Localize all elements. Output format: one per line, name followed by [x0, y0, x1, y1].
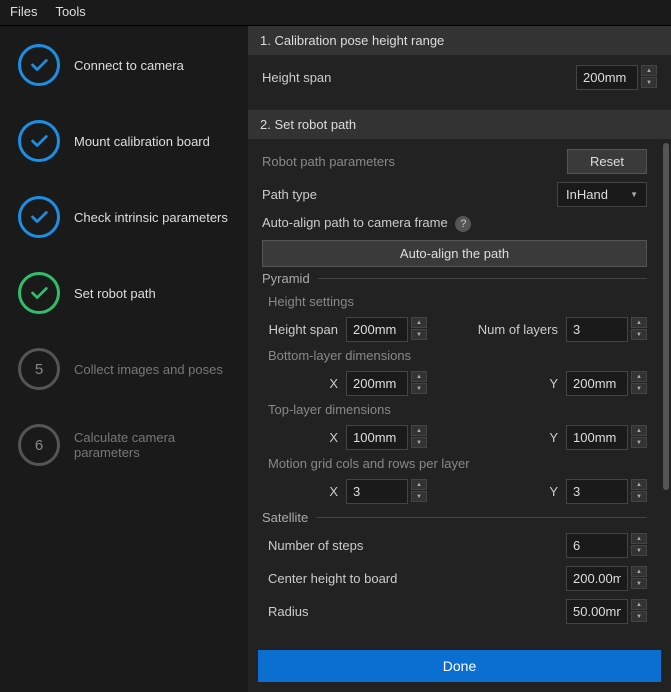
top-y-input[interactable]: ▲▼	[566, 425, 647, 450]
step-calculate-params[interactable]: 6 Calculate camera parameters	[18, 424, 238, 466]
grid-x-input[interactable]: ▲▼	[346, 479, 427, 504]
bottom-dim-label: Bottom-layer dimensions	[268, 348, 647, 363]
bottom-x-input[interactable]: ▲▼	[346, 371, 427, 396]
scrollbar[interactable]	[663, 143, 669, 638]
grid-x-label: X	[268, 484, 338, 499]
grid-y-input[interactable]: ▲▼	[566, 479, 647, 504]
grid-y-label: Y	[540, 484, 558, 499]
menu-tools[interactable]: Tools	[55, 4, 85, 19]
height-span-input[interactable]: ▲▼	[576, 65, 657, 90]
check-icon	[18, 196, 60, 238]
spin-up-icon[interactable]: ▲	[411, 317, 427, 328]
bottom-y-input[interactable]: ▲▼	[566, 371, 647, 396]
pyr-height-span-input[interactable]: ▲▼	[346, 317, 427, 342]
spin-down-icon[interactable]: ▼	[631, 611, 647, 622]
robot-path-params-label: Robot path parameters	[262, 154, 559, 169]
menu-files[interactable]: Files	[10, 4, 37, 19]
path-type-label: Path type	[262, 187, 549, 202]
check-icon	[18, 272, 60, 314]
step-label: Set robot path	[74, 286, 156, 301]
step-number-icon: 5	[18, 348, 60, 390]
check-icon	[18, 120, 60, 162]
spin-up-icon[interactable]: ▲	[631, 566, 647, 577]
auto-align-button[interactable]: Auto-align the path	[262, 240, 647, 267]
spin-up-icon[interactable]: ▲	[631, 479, 647, 490]
done-bar: Done	[248, 642, 671, 692]
pyramid-group: Pyramid	[262, 271, 647, 286]
spin-up-icon[interactable]: ▲	[641, 65, 657, 76]
height-span-label: Height span	[262, 70, 568, 85]
section1-body: Height span ▲▼	[248, 55, 671, 110]
spin-up-icon[interactable]: ▲	[631, 371, 647, 382]
step-mount-board[interactable]: Mount calibration board	[18, 120, 238, 162]
spin-down-icon[interactable]: ▼	[411, 383, 427, 394]
satellite-group: Satellite	[262, 510, 647, 525]
chevron-down-icon: ▼	[630, 190, 638, 199]
path-type-value: InHand	[566, 187, 608, 202]
spin-down-icon[interactable]: ▼	[411, 491, 427, 502]
step-check-intrinsic[interactable]: Check intrinsic parameters	[18, 196, 238, 238]
step-label: Connect to camera	[74, 58, 184, 73]
spin-up-icon[interactable]: ▲	[411, 371, 427, 382]
spin-up-icon[interactable]: ▲	[631, 533, 647, 544]
pyr-height-span-label: Height span	[268, 322, 338, 337]
content-panel: 1. Calibration pose height range Height …	[248, 26, 671, 692]
spin-down-icon[interactable]: ▼	[631, 491, 647, 502]
spin-down-icon[interactable]: ▼	[631, 437, 647, 448]
height-settings-label: Height settings	[268, 294, 647, 309]
step-number-icon: 6	[18, 424, 60, 466]
section2-header: 2. Set robot path	[248, 110, 671, 139]
main-area: Connect to camera Mount calibration boar…	[0, 26, 671, 692]
reset-button[interactable]: Reset	[567, 149, 647, 174]
step-label: Collect images and poses	[74, 362, 223, 377]
top-x-label: X	[268, 430, 338, 445]
spin-up-icon[interactable]: ▲	[411, 479, 427, 490]
menu-bar: Files Tools	[0, 0, 671, 26]
sat-steps-input[interactable]: ▲▼	[566, 533, 647, 558]
num-layers-input[interactable]: ▲▼	[566, 317, 647, 342]
bottom-y-label: Y	[540, 376, 558, 391]
step-set-robot-path[interactable]: Set robot path	[18, 272, 238, 314]
auto-align-label: Auto-align path to camera frame ?	[262, 215, 647, 232]
section2-body: Robot path parameters Reset Path type In…	[248, 139, 661, 642]
step-label: Check intrinsic parameters	[74, 210, 228, 225]
top-dim-label: Top-layer dimensions	[268, 402, 647, 417]
spin-down-icon[interactable]: ▼	[641, 77, 657, 88]
help-icon[interactable]: ?	[455, 216, 471, 232]
sat-steps-label: Number of steps	[268, 538, 558, 553]
spin-up-icon[interactable]: ▲	[631, 599, 647, 610]
done-button[interactable]: Done	[258, 650, 661, 682]
step-connect-camera[interactable]: Connect to camera	[18, 44, 238, 86]
top-x-input[interactable]: ▲▼	[346, 425, 427, 450]
path-type-select[interactable]: InHand ▼	[557, 182, 647, 207]
bottom-x-label: X	[268, 376, 338, 391]
sat-center-input[interactable]: ▲▼	[566, 566, 647, 591]
spin-up-icon[interactable]: ▲	[411, 425, 427, 436]
check-icon	[18, 44, 60, 86]
spin-down-icon[interactable]: ▼	[631, 383, 647, 394]
section2-scroll: Robot path parameters Reset Path type In…	[248, 139, 671, 642]
step-label: Mount calibration board	[74, 134, 210, 149]
spin-up-icon[interactable]: ▲	[631, 317, 647, 328]
spin-down-icon[interactable]: ▼	[631, 545, 647, 556]
step-label: Calculate camera parameters	[74, 430, 238, 460]
height-span-field[interactable]	[576, 65, 638, 90]
spin-down-icon[interactable]: ▼	[631, 578, 647, 589]
num-layers-label: Num of layers	[470, 322, 558, 337]
step-collect-images[interactable]: 5 Collect images and poses	[18, 348, 238, 390]
sat-radius-input[interactable]: ▲▼	[566, 599, 647, 624]
section1-header: 1. Calibration pose height range	[248, 26, 671, 55]
grid-label: Motion grid cols and rows per layer	[268, 456, 647, 471]
sat-radius-label: Radius	[268, 604, 558, 619]
sat-center-label: Center height to board	[268, 571, 558, 586]
spin-up-icon[interactable]: ▲	[631, 425, 647, 436]
spin-down-icon[interactable]: ▼	[411, 329, 427, 340]
spin-down-icon[interactable]: ▼	[411, 437, 427, 448]
steps-sidebar: Connect to camera Mount calibration boar…	[0, 26, 248, 692]
top-y-label: Y	[540, 430, 558, 445]
spin-down-icon[interactable]: ▼	[631, 329, 647, 340]
scrollbar-thumb[interactable]	[663, 143, 669, 490]
